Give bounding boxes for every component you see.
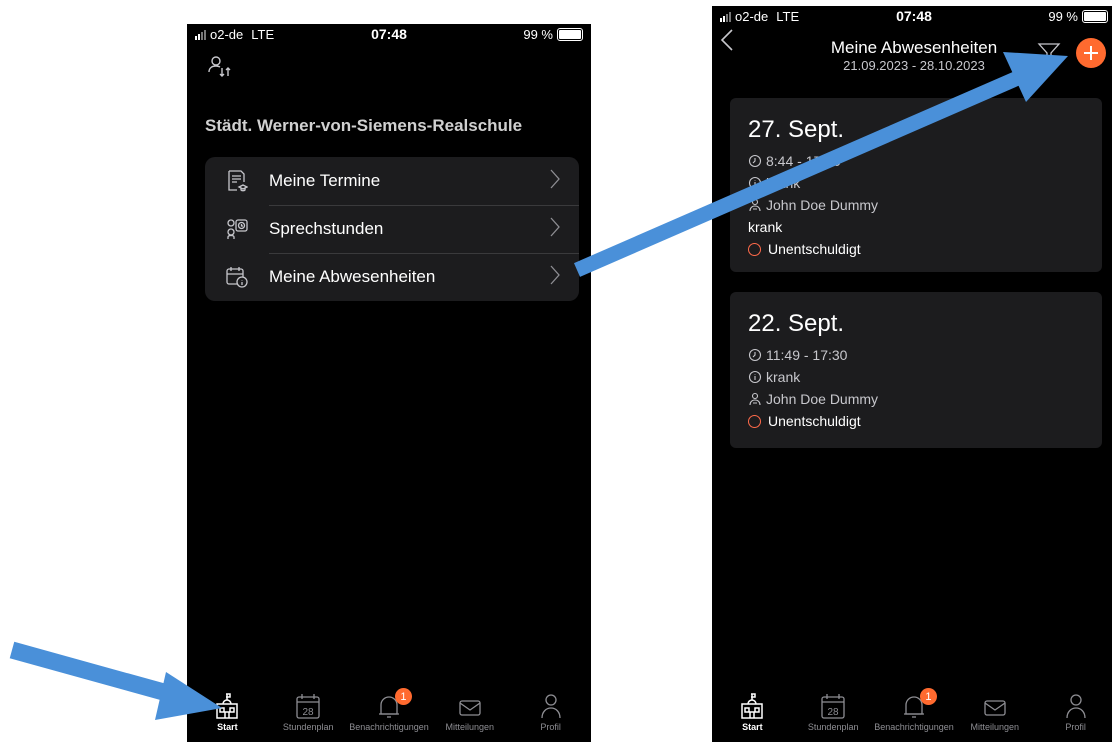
tab-label: Benachrichtigungen: [874, 722, 954, 732]
start-screen: o2-de LTE 07:48 99 % Städt. Werner-von-S…: [187, 24, 591, 742]
status-bar: o2-de LTE 07:48 99 %: [187, 24, 591, 46]
absence-time: 11:49 - 17:30: [766, 347, 848, 363]
appointments-icon: [205, 169, 269, 193]
absence-reason: krank: [766, 175, 801, 191]
tab-label: Start: [742, 722, 763, 732]
chevron-right-icon: [549, 216, 579, 243]
envelope-icon: [982, 686, 1008, 720]
tab-label: Stundenplan: [282, 722, 334, 732]
tab-label: Benachrichtigungen: [349, 722, 429, 732]
tab-bar: Start 28 Stundenplan 1 Benachrichtigunge…: [712, 686, 1112, 742]
status-circle-icon: [748, 242, 761, 256]
calendar-day: 28: [828, 707, 840, 718]
absence-person: John Doe Dummy: [766, 197, 879, 213]
absence-reason: krank: [766, 369, 801, 385]
menu-item-meine-termine[interactable]: Meine Termine: [205, 157, 579, 205]
absence-person: John Doe Dummy: [766, 391, 879, 407]
clock-icon: [748, 154, 762, 168]
notification-badge: 1: [394, 688, 412, 705]
status-bar: o2-de LTE 07:48 99 %: [712, 6, 1112, 28]
absence-time: 8:44 - 17:30: [766, 153, 841, 169]
battery-icon: [1082, 10, 1108, 23]
tab-stundenplan[interactable]: 28 Stundenplan: [268, 686, 349, 742]
person-icon: [539, 686, 563, 720]
tab-stundenplan[interactable]: 28 Stundenplan: [793, 686, 874, 742]
tab-profil[interactable]: Profil: [510, 686, 591, 742]
tab-bar: Start 28 Stundenplan 1 Benachrichtigunge…: [187, 686, 591, 742]
menu-item-meine-abwesenheiten[interactable]: Meine Abwesenheiten: [205, 253, 579, 301]
envelope-icon: [457, 686, 483, 720]
tab-label: Profil: [540, 722, 561, 732]
filter-icon[interactable]: [1037, 42, 1061, 67]
absence-status: Unentschuldigt: [768, 241, 861, 257]
clock-icon: [748, 348, 762, 362]
absence-date: 22. Sept.: [748, 310, 845, 337]
tab-benachrichtigungen[interactable]: 1 Benachrichtigungen: [349, 686, 430, 742]
menu-label: Meine Termine: [269, 171, 381, 190]
chevron-right-icon: [549, 264, 579, 291]
info-icon: [748, 370, 762, 384]
battery-percent: 99 %: [1048, 9, 1078, 24]
status-circle-icon: [748, 414, 761, 428]
chevron-right-icon: [549, 168, 579, 195]
battery-icon: [557, 28, 583, 41]
bell-icon: 1: [901, 686, 937, 720]
plus-icon: [1084, 46, 1098, 60]
absences-screen: o2-de LTE 07:48 99 % Meine Abwesenheiten…: [712, 6, 1112, 742]
notification-badge: 1: [919, 688, 937, 705]
tab-label: Stundenplan: [807, 722, 859, 732]
consultation-hours-icon: [205, 217, 269, 241]
calendar-day: 28: [303, 707, 315, 718]
add-absence-button[interactable]: [1076, 38, 1106, 68]
info-icon: [748, 176, 762, 190]
absence-status: Unentschuldigt: [768, 413, 861, 429]
start-menu: Meine Termine Sprechstunden Meine Abwese…: [205, 157, 579, 301]
school-icon: [740, 686, 764, 720]
menu-label: Meine Abwesenheiten: [269, 267, 436, 286]
battery-percent: 99 %: [523, 27, 553, 42]
tab-mitteilungen[interactable]: Mitteilungen: [954, 686, 1035, 742]
tab-mitteilungen[interactable]: Mitteilungen: [429, 686, 510, 742]
tab-label: Start: [217, 722, 238, 732]
person-icon: [1064, 686, 1088, 720]
absence-note: krank: [748, 219, 783, 235]
calendar-icon: 28: [820, 686, 846, 720]
menu-item-sprechstunden[interactable]: Sprechstunden: [205, 205, 579, 253]
student-icon: [749, 198, 761, 212]
tab-label: Mitteilungen: [445, 722, 495, 732]
calendar-icon: 28: [295, 686, 321, 720]
tab-start[interactable]: Start: [712, 686, 793, 742]
absence-card[interactable]: 27. Sept. 8:44 - 17:30 krank John Doe Du…: [730, 98, 1102, 272]
tab-start[interactable]: Start: [187, 686, 268, 742]
absence-date: 27. Sept.: [748, 116, 845, 143]
school-icon: [215, 686, 239, 720]
school-name: Städt. Werner-von-Siemens-Realschule: [205, 116, 523, 135]
tab-benachrichtigungen[interactable]: 1 Benachrichtigungen: [874, 686, 955, 742]
tab-label: Mitteilungen: [970, 722, 1020, 732]
tab-profil[interactable]: Profil: [1035, 686, 1112, 742]
tab-label: Profil: [1065, 722, 1086, 732]
student-icon: [749, 392, 761, 406]
absence-calendar-icon: [205, 265, 269, 289]
menu-label: Sprechstunden: [269, 219, 384, 238]
absence-card[interactable]: 22. Sept. 11:49 - 17:30 krank John Doe D…: [730, 292, 1102, 448]
switch-user-icon[interactable]: [207, 54, 233, 85]
bell-icon: 1: [376, 686, 412, 720]
